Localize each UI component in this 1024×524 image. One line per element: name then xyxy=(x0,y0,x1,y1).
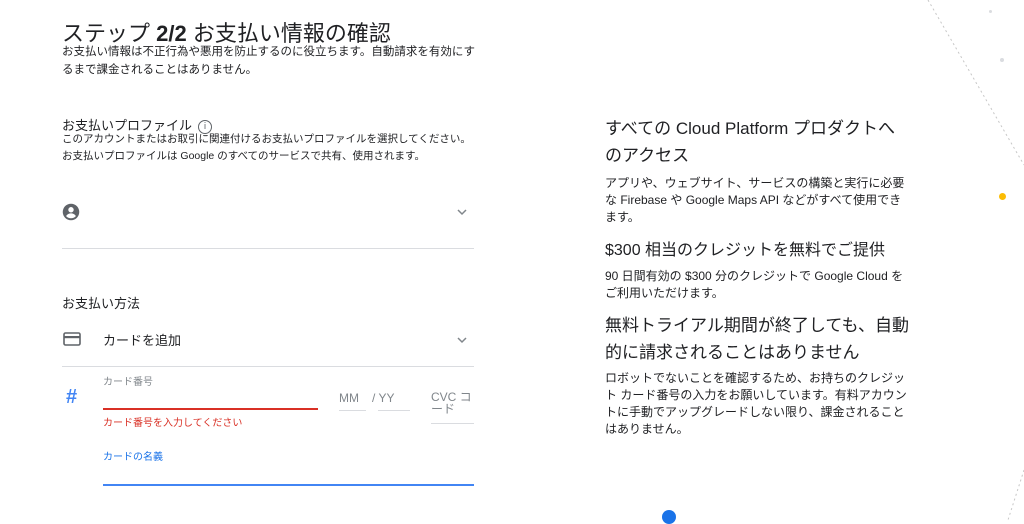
profile-divider xyxy=(62,248,474,249)
card-name-label: カードの名義 xyxy=(103,452,163,463)
decorative-dot-orange xyxy=(999,193,1006,200)
cvc-input[interactable]: CVC コード xyxy=(431,391,475,415)
payment-method-value: カードを追加 xyxy=(103,333,182,348)
card-number-error-underline xyxy=(103,408,318,410)
payment-method-select[interactable]: カードを追加 xyxy=(62,320,474,360)
chevron-down-icon xyxy=(457,337,467,344)
expiry-month-underline xyxy=(339,410,366,411)
benefit-text-access: アプリや、ウェブサイト、サービスの構築と実行に必要な Firebase や Go… xyxy=(605,176,905,224)
expiry-year-input[interactable]: / YY xyxy=(372,391,394,405)
benefit-heading-credit: $300 相当のクレジットを無料でご提供 xyxy=(605,242,886,259)
credit-card-icon xyxy=(63,332,81,346)
account-circle-icon xyxy=(62,203,80,221)
chevron-down-icon xyxy=(457,209,467,216)
payment-profile-select[interactable] xyxy=(62,186,474,238)
hash-icon: # xyxy=(66,386,78,408)
card-name-input[interactable] xyxy=(103,462,474,484)
card-number-input[interactable] xyxy=(103,386,318,408)
benefit-text-no-charge: ロボットでないことを確認するため、お持ちのクレジット カード番号の入力をお願いし… xyxy=(605,371,907,436)
expiry-month-input[interactable]: MM xyxy=(339,391,359,405)
payment-method-heading: お支払い方法 xyxy=(62,296,141,311)
page-subtitle: お支払い情報は不正行為や悪用を防止するのに役立ちます。自動請求を有効にするまで課… xyxy=(62,46,475,76)
benefit-heading-no-charge: 無料トライアル期間が終了しても、自動的に請求されることはありません xyxy=(605,316,909,362)
method-divider xyxy=(62,366,474,367)
card-number-error: カード番号を入力してください xyxy=(103,418,243,429)
cvc-underline xyxy=(431,423,474,424)
benefit-heading-access: すべての Cloud Platform プロダクトへのアクセス xyxy=(605,119,896,165)
benefits-panel: すべての Cloud Platform プロダクトへのアクセス アプリや、ウェブ… xyxy=(605,115,910,438)
decorative-lines xyxy=(927,0,1024,520)
expiry-year-underline xyxy=(378,410,410,411)
card-name-underline xyxy=(103,484,474,486)
decorative-dot xyxy=(1000,58,1004,62)
benefit-text-credit: 90 日間有効の $300 分のクレジットで Google Cloud をご利用… xyxy=(605,269,904,300)
decorative-dot xyxy=(989,10,992,13)
payment-profile-description: このアカウントまたはお取引に関連付けるお支払いプロファイルを選択してください。お… xyxy=(62,133,471,162)
decorative-blue-shape xyxy=(662,510,676,524)
